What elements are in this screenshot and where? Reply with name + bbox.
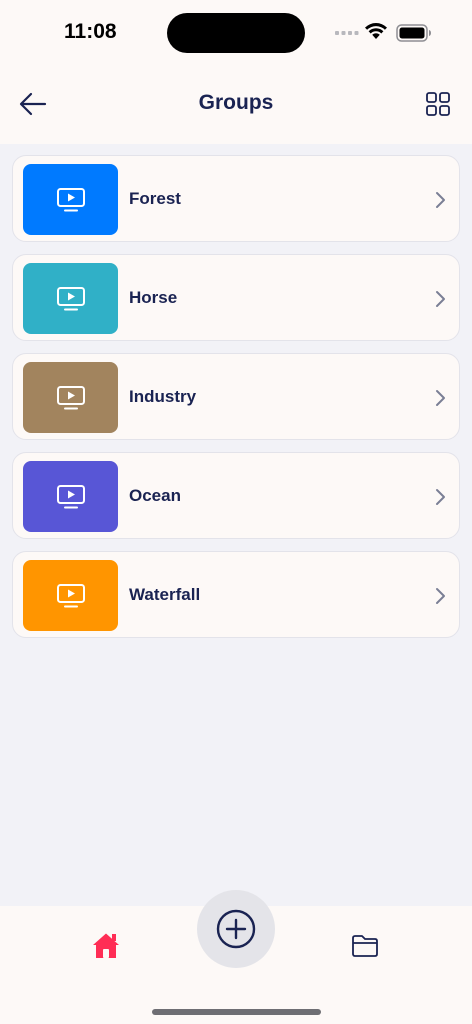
screen: 11:08 Groups Forest Horse Industry Ocean… bbox=[0, 0, 472, 1024]
tv-play-icon bbox=[56, 484, 85, 508]
tv-play-icon bbox=[56, 187, 85, 211]
tv-play-icon bbox=[56, 583, 85, 607]
group-thumbnail bbox=[23, 461, 118, 532]
tab-bar bbox=[0, 890, 472, 1024]
group-thumbnail bbox=[23, 164, 118, 235]
group-label: Waterfall bbox=[129, 585, 201, 604]
page-title: Groups bbox=[198, 91, 274, 114]
group-card-ocean[interactable]: Ocean bbox=[12, 452, 460, 539]
chevron-right-icon bbox=[436, 291, 445, 307]
group-card-industry[interactable]: Industry bbox=[12, 353, 460, 440]
plus-circle-icon bbox=[216, 909, 256, 949]
tv-play-icon bbox=[56, 385, 85, 409]
group-label: Industry bbox=[129, 387, 197, 406]
group-label: Horse bbox=[129, 288, 178, 307]
group-card-horse[interactable]: Horse bbox=[12, 254, 460, 341]
group-label: Ocean bbox=[129, 486, 181, 505]
chevron-right-icon bbox=[436, 390, 445, 406]
chevron-right-icon bbox=[436, 192, 445, 208]
chevron-right-icon bbox=[436, 588, 445, 604]
grid-icon[interactable] bbox=[426, 92, 450, 116]
add-button[interactable] bbox=[197, 890, 275, 968]
tv-play-icon bbox=[56, 286, 85, 310]
group-label: Forest bbox=[129, 189, 181, 208]
group-thumbnail bbox=[23, 560, 118, 631]
chevron-right-icon bbox=[436, 489, 445, 505]
wifi-icon bbox=[365, 23, 387, 39]
dynamic-island bbox=[167, 13, 305, 53]
battery-icon bbox=[396, 24, 431, 42]
status-time: 11:08 bbox=[64, 20, 117, 43]
cellular-signal-icon bbox=[335, 31, 359, 35]
group-list: Forest Horse Industry Ocean Waterfall bbox=[12, 155, 460, 650]
navigation-bar: Groups bbox=[0, 64, 472, 144]
folder-icon[interactable] bbox=[351, 934, 379, 958]
group-thumbnail bbox=[23, 263, 118, 334]
home-indicator bbox=[152, 1009, 321, 1015]
group-thumbnail bbox=[23, 362, 118, 433]
group-card-forest[interactable]: Forest bbox=[12, 155, 460, 242]
home-icon[interactable] bbox=[91, 932, 121, 960]
group-card-waterfall[interactable]: Waterfall bbox=[12, 551, 460, 638]
status-bar: 11:08 bbox=[0, 0, 472, 64]
